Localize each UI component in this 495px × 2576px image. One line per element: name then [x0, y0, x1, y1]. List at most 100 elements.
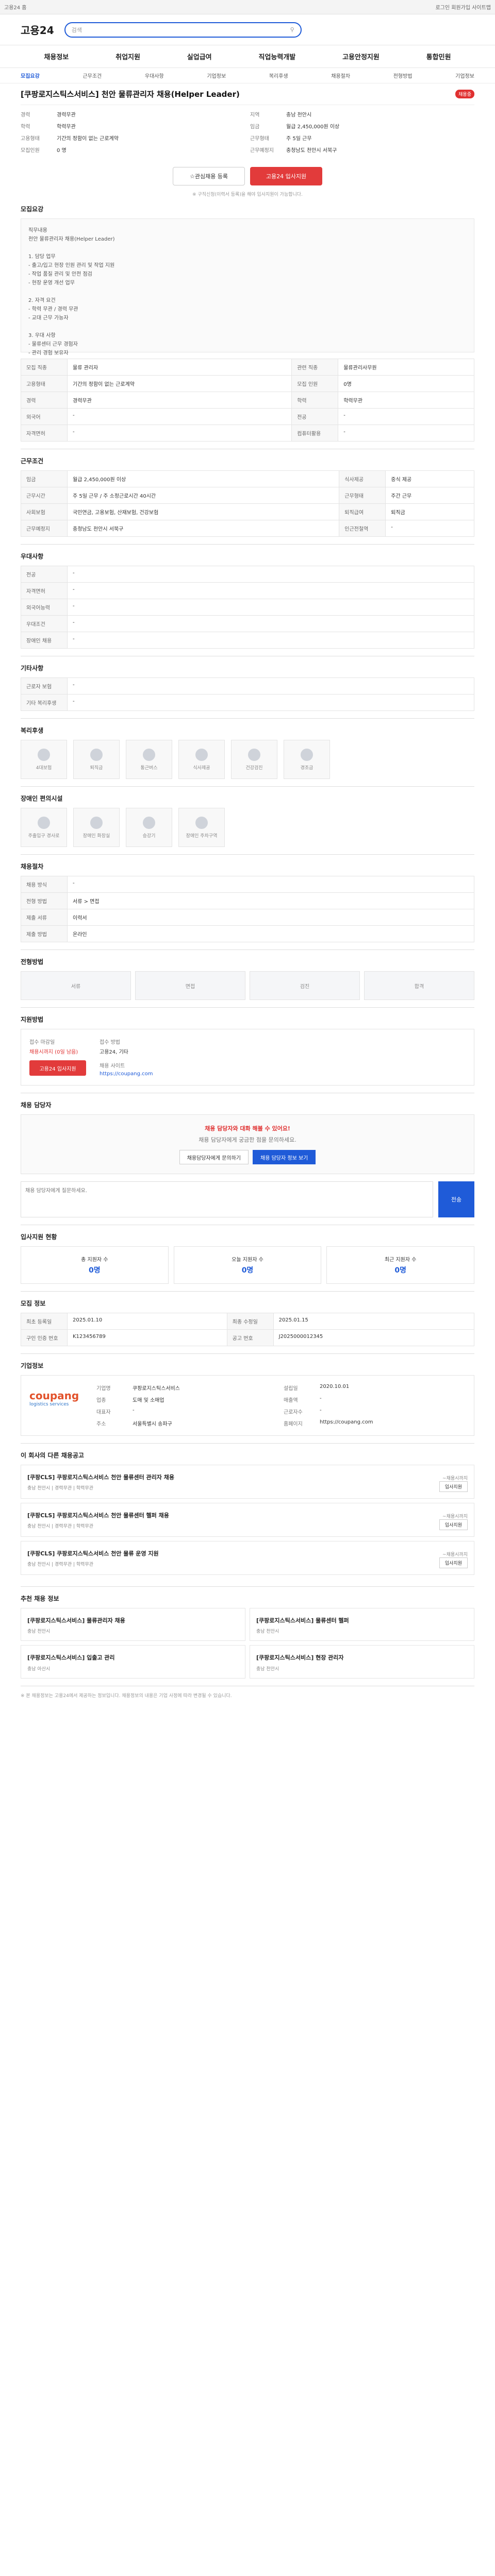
rec-item[interactable]: [쿠팡로지스틱스서비스] 입출고 관리 충남 아산시	[21, 1645, 245, 1679]
home-link[interactable]: 고용24 홈	[4, 3, 27, 11]
gnb-item[interactable]: 직업능력개발	[258, 52, 295, 61]
company-key: 주소	[96, 1421, 106, 1427]
tab-item[interactable]: 모집요강	[21, 72, 40, 79]
cell-key: 경력	[21, 392, 68, 409]
method-value: 고용24, 기타	[100, 1049, 128, 1055]
rec-title: [쿠팡로지스틱스서비스] 현장 관리자	[256, 1654, 344, 1662]
tab-item[interactable]: 기업정보	[207, 72, 226, 79]
company-key: 기업명	[96, 1386, 111, 1392]
tab-item[interactable]: 근무조건	[82, 72, 102, 79]
tab-item[interactable]: 기업정보	[455, 72, 474, 79]
cell-value: 주간 근무	[385, 487, 474, 504]
summary-value: 학력무관	[57, 124, 76, 130]
related-left: [쿠팡CLS] 쿠팡로지스틱스서비스 천안 물류센터 관리자 채용 충남 천안시 …	[27, 1471, 174, 1492]
inquiry-sub: 채용 담당자에게 궁금한 점을 문의하세요.	[199, 1137, 296, 1143]
cell-value: 충청남도 천안시 서북구	[67, 520, 340, 537]
contact-info-button[interactable]: 채용 담당자 정보 보기	[253, 1150, 316, 1164]
summary-value: 주 5일 근무	[286, 136, 312, 142]
gnb-item[interactable]: 실업급여	[187, 52, 212, 61]
rec-item[interactable]: [쿠팡로지스틱스서비스] 물류센터 헬퍼 충남 천안시	[250, 1608, 474, 1641]
tab-item[interactable]: 우대사항	[145, 72, 164, 79]
logo-sub: logistics services	[29, 1402, 69, 1407]
qa-form: 전송	[21, 1181, 474, 1217]
company-value: 서울특별시 송파구	[133, 1421, 172, 1427]
cell-value: -	[67, 615, 474, 632]
company-value: 2020.10.01	[320, 1384, 350, 1389]
site-link[interactable]: https://coupang.com	[100, 1071, 153, 1077]
related-item[interactable]: [쿠팡CLS] 쿠팡로지스틱스서비스 천안 물류센터 관리자 채용 충남 천안시 …	[21, 1465, 474, 1499]
cell-key: 제출 방법	[21, 925, 68, 942]
summary-key: 경력	[21, 112, 30, 118]
gnb-item[interactable]: 채용정보	[44, 52, 69, 61]
apply-note: ※ 구직신청(이력서 등록)을 해야 입사지원이 가능합니다.	[192, 192, 303, 197]
utility-bar: 고용24 홈 로그인 회원가입 사이트맵	[0, 0, 495, 14]
search-icon[interactable]: ⚲	[290, 26, 294, 33]
table-row: 최초 등록일 2025.01.10 최종 수정일 2025.01.15	[21, 1313, 475, 1330]
cell-value: 월급 2,450,000원 이상	[67, 470, 340, 487]
gnb-item[interactable]: 통합민원	[426, 52, 451, 61]
cell-key: 외국어능력	[21, 599, 68, 616]
site-logo[interactable]: 고용24	[21, 22, 54, 37]
table-row: 전공 -	[21, 566, 474, 583]
posting-title: [쿠팡로지스틱스서비스] 천안 물류관리자 채용(Helper Leader)	[21, 90, 240, 99]
rec-item[interactable]: [쿠팡로지스틱스서비스] 현장 관리자 충남 천안시	[250, 1645, 474, 1679]
benefit-icon	[301, 748, 313, 761]
icon-tile: 경조금	[284, 740, 330, 779]
gnb-item[interactable]: 고용안정지원	[342, 52, 380, 61]
related-item[interactable]: [쿠팡CLS] 쿠팡로지스틱스서비스 천안 물류센터 헬퍼 채용 충남 천안시 |…	[21, 1503, 474, 1537]
related-item[interactable]: [쿠팡CLS] 쿠팡로지스틱스서비스 천안 물류 운영 지원 충남 천안시 | 경…	[21, 1541, 474, 1575]
cell-key: 전공	[21, 566, 68, 583]
related-apply-button[interactable]: 입사지원	[439, 1519, 468, 1530]
rec-left: [쿠팡로지스틱스서비스] 물류관리자 채용 충남 천안시	[27, 1615, 125, 1634]
summary-value: 충남 천안시	[286, 112, 312, 118]
related-title: [쿠팡CLS] 쿠팡로지스틱스서비스 천안 물류센터 헬퍼 채용	[27, 1512, 169, 1519]
company-value: -	[320, 1396, 322, 1401]
proc-table: 채용 방식 - 전형 방법 서류 > 면접 제출 서류 이력서 제출 방법 온라인	[21, 876, 474, 942]
cell-key: 제출 서류	[21, 909, 68, 926]
rec-meta: 충남 천안시	[27, 1629, 51, 1635]
table-row: 제출 서류 이력서	[21, 909, 474, 926]
gnb-item[interactable]: 취업지원	[116, 52, 140, 61]
stat-label: 오늘 지원자 수	[232, 1257, 263, 1263]
cell-key: 근무형태	[339, 487, 386, 504]
related-apply-button[interactable]: 입사지원	[439, 1557, 468, 1568]
send-button[interactable]: 전송	[438, 1181, 474, 1217]
cell-key: 모집 직종	[21, 359, 68, 376]
info-table: 최초 등록일 2025.01.10 최종 수정일 2025.01.15 구인 인증 번호…	[21, 1313, 475, 1346]
company-grid: 기업명 쿠팡로지스틱스서비스 설립일 2020.10.01 업종 도매 및 소매업 매출액 -…	[96, 1384, 466, 1427]
tab-item[interactable]: 복리후생	[269, 72, 288, 79]
inquiry-box: 채용 담당자와 대화 해볼 수 있어요! 채용 담당자에게 궁금한 점을 문의하세…	[21, 1114, 474, 1174]
stat-box: 총 지원자 수 0명	[21, 1246, 169, 1284]
icon-label: 통근버스	[140, 765, 158, 771]
apply-button[interactable]: 고용24 입사지원	[250, 167, 322, 185]
tab-item[interactable]: 전형방법	[393, 72, 412, 79]
job-description: 직무내용 천안 물류관리자 채용(Helper Leader) 1. 담당 업무…	[21, 218, 474, 356]
step-flow: 서류 면접 검진 합격	[21, 971, 474, 1000]
apply-heading: 지원방법	[21, 1016, 44, 1023]
stats: 총 지원자 수 0명 오늘 지원자 수 0명 최근 지원자 수 0명	[21, 1246, 475, 1284]
question-input[interactable]	[21, 1181, 433, 1217]
proc-heading: 채용절차	[21, 863, 44, 870]
header: 고용24 검색 ⚲	[0, 14, 495, 45]
related-left: [쿠팡CLS] 쿠팡로지스틱스서비스 천안 물류센터 헬퍼 채용 충남 천안시 |…	[27, 1510, 169, 1530]
benefit-icon	[195, 748, 208, 761]
ask-button[interactable]: 채용담당자에게 문의하기	[179, 1150, 249, 1164]
cell-value: 이력서	[67, 909, 474, 926]
benefit-icon	[143, 748, 155, 761]
icon-tile: 주출입구 경사로	[21, 808, 67, 847]
cell-key: 공고 번호	[226, 1329, 274, 1346]
apply-button-2[interactable]: 고용24 입사지원	[29, 1060, 86, 1076]
scrap-button[interactable]: ☆ 관심채용 등록	[173, 167, 245, 185]
company-key: 홈페이지	[284, 1421, 303, 1427]
tab-item[interactable]: 채용절차	[331, 72, 350, 79]
search-input[interactable]: 검색 ⚲	[64, 22, 302, 38]
summary-key: 근무예정지	[250, 148, 274, 154]
related-apply-button[interactable]: 입사지원	[439, 1481, 468, 1492]
rec-item[interactable]: [쿠팡로지스틱스서비스] 물류관리자 채용 충남 천안시	[21, 1608, 245, 1641]
icon-label: 4대보험	[36, 765, 52, 771]
cell-key: 관련 직종	[291, 359, 339, 376]
icon-tile: 건강검진	[231, 740, 277, 779]
company-value: 쿠팡로지스틱스서비스	[133, 1386, 180, 1392]
welfare-heading: 복리후생	[21, 727, 44, 734]
account-links[interactable]: 로그인 회원가입 사이트맵	[435, 3, 491, 11]
